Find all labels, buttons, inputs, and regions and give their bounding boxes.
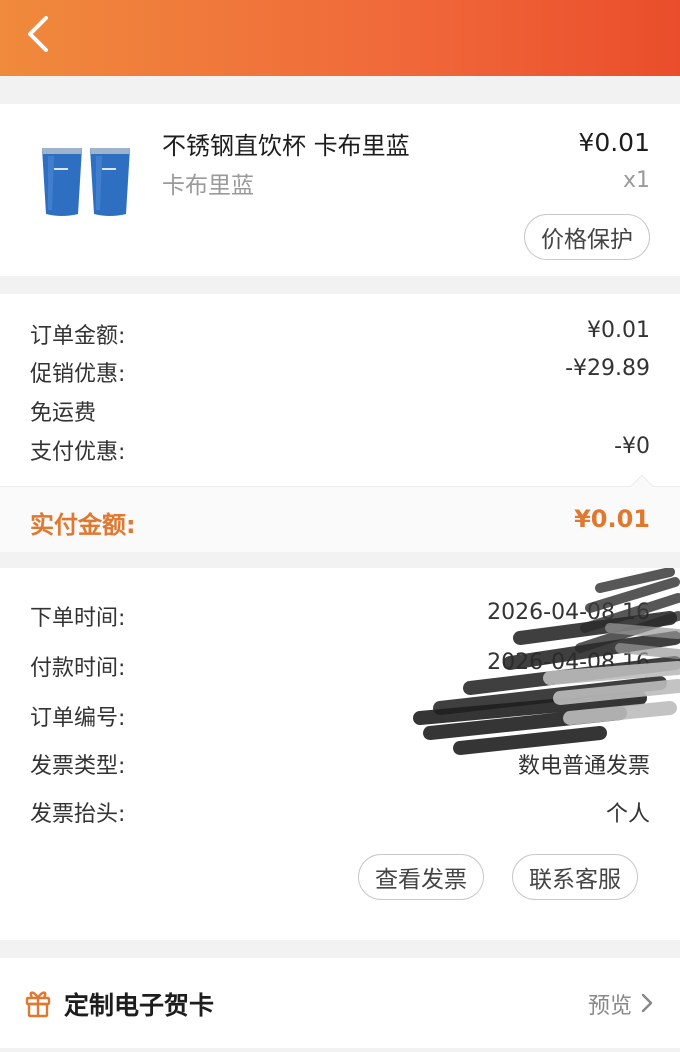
greeting-card-title: 定制电子贺卡 bbox=[64, 991, 215, 1020]
view-invoice-button[interactable]: 查看发票 bbox=[358, 854, 484, 900]
invoice-type-label: 发票类型: bbox=[30, 754, 126, 779]
payment-discount-value: -¥0 bbox=[614, 434, 650, 459]
contact-service-button[interactable]: 联系客服 bbox=[512, 854, 638, 900]
top-header-bar bbox=[0, 0, 680, 76]
chevron-right-icon[interactable] bbox=[640, 992, 654, 1014]
back-icon[interactable] bbox=[22, 14, 58, 54]
e-greeting-card-row[interactable]: 定制电子贺卡 预览 bbox=[0, 958, 680, 1048]
order-info-card: 下单时间: 2026-04-08 16 付款时间: 2026-04-08 16 … bbox=[0, 568, 680, 940]
actual-paid-value: ¥0.01 bbox=[574, 505, 650, 533]
product-name[interactable]: 不锈钢直饮杯 卡布里蓝 bbox=[162, 126, 410, 161]
product-price: ¥0.01 bbox=[578, 128, 650, 157]
greeting-card-preview-link[interactable]: 预览 bbox=[588, 988, 632, 1020]
invoice-title-label: 发票抬头: bbox=[30, 802, 126, 827]
order-number-label: 订单编号: bbox=[30, 706, 126, 731]
order-amounts-card: 订单金额: ¥0.01 促销优惠: -¥29.89 免运费 支付优惠: -¥0 bbox=[0, 294, 680, 486]
invoice-title-value: 个人 bbox=[605, 802, 650, 827]
redaction-scribble bbox=[413, 568, 680, 755]
free-shipping-label: 免运费 bbox=[30, 401, 97, 426]
product-card[interactable]: 不锈钢直饮杯 卡布里蓝 卡布里蓝 ¥0.01 x1 价格保护 bbox=[0, 104, 680, 276]
pay-time-label: 付款时间: bbox=[30, 656, 126, 681]
actual-paid-row: 实付金额: ¥0.01 bbox=[0, 474, 680, 552]
gift-icon bbox=[25, 991, 51, 1018]
header-gap bbox=[0, 76, 680, 90]
product-variant: 卡布里蓝 bbox=[162, 173, 254, 199]
payment-discount-label: 支付优惠: bbox=[30, 440, 126, 465]
promo-discount-label: 促销优惠: bbox=[30, 362, 126, 387]
product-quantity: x1 bbox=[622, 168, 650, 193]
actual-paid-label: 实付金额: bbox=[30, 511, 136, 539]
order-amount-value: ¥0.01 bbox=[587, 318, 650, 343]
product-image[interactable] bbox=[38, 144, 138, 220]
order-time-label: 下单时间: bbox=[30, 606, 126, 631]
promo-discount-value: -¥29.89 bbox=[565, 356, 650, 381]
price-protect-button[interactable]: 价格保护 bbox=[524, 214, 650, 260]
order-amount-label: 订单金额: bbox=[30, 324, 126, 349]
